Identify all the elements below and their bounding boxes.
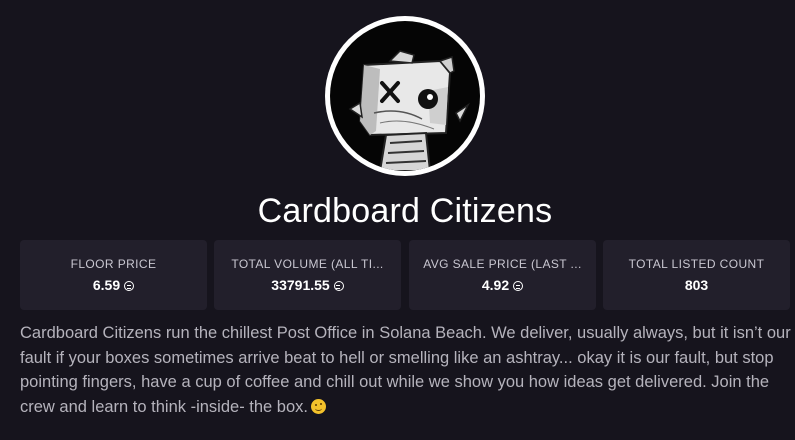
stat-value: 6.59 [20,277,207,293]
winking-face-emoji-icon [311,398,326,414]
stat-card-floor-price: FLOOR PRICE 6.59 [20,240,207,310]
stat-label: FLOOR PRICE [70,257,157,271]
description-text: Cardboard Citizens run the chillest Post… [20,324,791,416]
stat-label: AVG SALE PRICE (LAST ... [423,257,582,271]
solana-icon [333,281,344,291]
collection-avatar [325,16,485,176]
stat-value: 4.92 [409,277,596,293]
stat-label: TOTAL VOLUME (ALL TI... [231,257,384,271]
stats-row: FLOOR PRICE 6.59 TOTAL VOLUME (ALL TI...… [20,240,790,310]
collection-title: Cardboard Citizens [257,192,553,230]
cardboard-box-character-icon [348,50,470,171]
stat-value: 803 [684,277,709,293]
collection-description: Cardboard Citizens run the chillest Post… [20,321,795,419]
stat-value: 33791.55 [214,277,401,293]
stat-card-total-volume: TOTAL VOLUME (ALL TI... 33791.55 [214,240,401,310]
solana-icon [513,281,524,291]
stat-card-total-listed-count: TOTAL LISTED COUNT 803 [603,240,790,310]
solana-icon [124,281,135,291]
stat-label: TOTAL LISTED COUNT [628,257,765,271]
stat-card-avg-sale-price: AVG SALE PRICE (LAST ... 4.92 [409,240,596,310]
